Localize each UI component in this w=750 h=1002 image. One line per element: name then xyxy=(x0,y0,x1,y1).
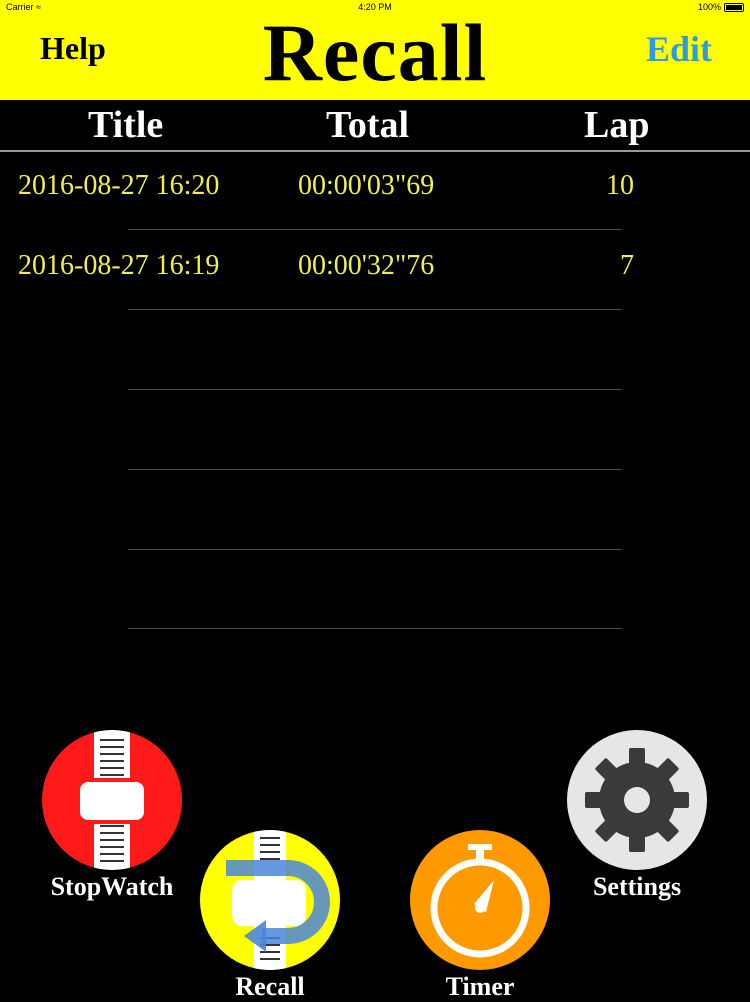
row-total: 00:00'03"69 xyxy=(298,170,435,201)
nav-label-timer: Timer xyxy=(445,972,515,1001)
column-header-title: Title xyxy=(88,104,164,146)
row-separator xyxy=(128,309,622,310)
row-title: 2016-08-27 16:20 xyxy=(18,170,220,201)
row-total: 00:00'32"76 xyxy=(298,250,435,281)
gear-icon[interactable] xyxy=(567,730,707,870)
row-separator xyxy=(128,229,622,230)
table-row[interactable]: 2016-08-27 16:20 00:00'03"69 10 xyxy=(0,150,750,230)
nav-label-recall: Recall xyxy=(235,972,305,1001)
row-separator xyxy=(128,628,622,629)
table-row[interactable]: 2016-08-27 16:19 00:00'32"76 7 xyxy=(0,230,750,310)
row-separator xyxy=(128,469,622,470)
row-lap: 10 xyxy=(606,170,634,201)
edit-button[interactable]: Edit xyxy=(646,28,712,70)
header-bar: Carrier ≈ 4:20 PM 100% Help Recall Edit xyxy=(0,0,750,100)
page-title: Recall xyxy=(262,7,488,98)
row-title: 2016-08-27 16:19 xyxy=(18,250,220,281)
stopwatch-strap-icon[interactable] xyxy=(42,730,182,870)
row-separator xyxy=(128,549,622,550)
column-header-row: Title Total Lap xyxy=(0,100,750,150)
timer-icon[interactable] xyxy=(410,830,550,970)
nav-label-settings: Settings xyxy=(592,872,682,901)
recall-icon[interactable] xyxy=(200,830,340,970)
column-header-lap: Lap xyxy=(584,104,650,146)
nav-label-stopwatch: StopWatch xyxy=(50,872,174,901)
column-header-total: Total xyxy=(326,104,410,146)
row-separator xyxy=(128,389,622,390)
row-lap: 7 xyxy=(620,250,634,281)
